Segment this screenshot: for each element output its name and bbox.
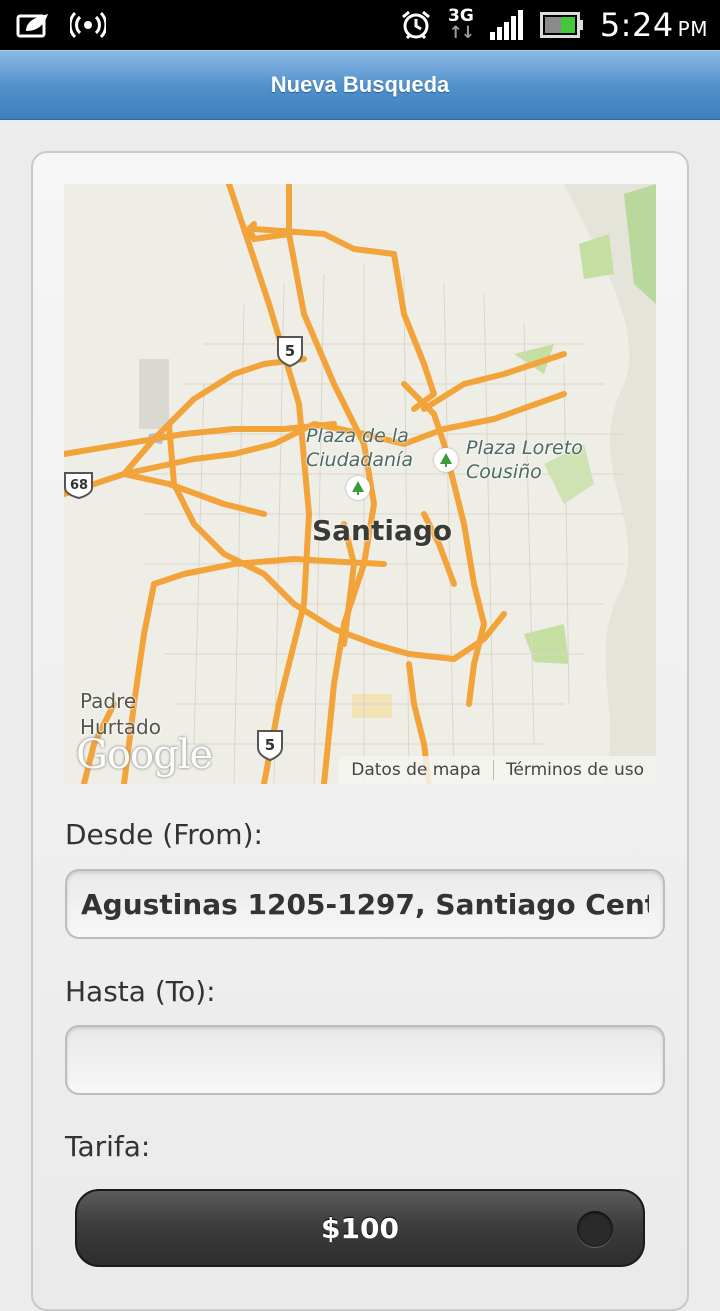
status-bar-left bbox=[16, 0, 106, 50]
status-bar-right: 3G ↑↓ 5:24 PM bbox=[400, 0, 708, 50]
map-label-city: Santiago bbox=[312, 514, 453, 547]
route-shield-icon: 5 bbox=[277, 336, 303, 368]
park-pin-icon[interactable] bbox=[434, 448, 458, 472]
google-logo: Google bbox=[76, 732, 213, 778]
map-label-plaza-ciudadania: Plaza de la Ciudadanía bbox=[306, 425, 413, 471]
fare-label: Tarifa: bbox=[65, 1130, 151, 1163]
landuse-area bbox=[352, 694, 392, 718]
to-label: Hasta (To): bbox=[65, 975, 216, 1008]
clock-ampm: PM bbox=[677, 17, 708, 41]
map-view[interactable]: 5 5 68 Plaza de la Ciudadanía Plaza Lore… bbox=[64, 184, 656, 784]
hotspot-icon bbox=[70, 11, 106, 39]
route-shield-label: 5 bbox=[285, 342, 295, 360]
select-knob-icon bbox=[577, 1211, 613, 1247]
from-label: Desde (From): bbox=[65, 818, 263, 851]
signal-icon bbox=[489, 10, 524, 40]
map-label-plaza-loreto: Plaza Loreto Cousiño bbox=[466, 437, 583, 483]
status-bar: 3G ↑↓ 5:24 PM bbox=[0, 0, 720, 50]
alarm-icon bbox=[400, 9, 432, 41]
data-arrows-icon: ↑↓ bbox=[448, 23, 475, 43]
leaf-notification-icon bbox=[16, 11, 52, 39]
park-area bbox=[524, 624, 569, 664]
fare-select[interactable]: $100 bbox=[75, 1189, 645, 1267]
fare-value: $100 bbox=[321, 1211, 399, 1245]
map-data-link[interactable]: Datos de mapa bbox=[339, 760, 493, 780]
route-shield-icon: 68 bbox=[64, 472, 93, 500]
network-3g-icon: 3G ↑↓ bbox=[448, 8, 475, 43]
route-shield-icon: 5 bbox=[257, 730, 283, 762]
header-bar: Nueva Busqueda bbox=[0, 50, 720, 120]
route-shield-label: 68 bbox=[70, 478, 88, 493]
map-footer: Datos de mapa Términos de uso bbox=[339, 756, 656, 784]
page-title: Nueva Busqueda bbox=[270, 72, 450, 97]
battery-icon bbox=[539, 12, 584, 38]
to-input[interactable] bbox=[65, 1025, 665, 1095]
route-shield-label: 5 bbox=[265, 736, 275, 754]
from-input[interactable] bbox=[65, 869, 665, 939]
park-area bbox=[579, 234, 614, 279]
park-pin-icon[interactable] bbox=[346, 476, 370, 500]
terms-link[interactable]: Términos de uso bbox=[494, 760, 656, 780]
landuse-area bbox=[139, 359, 169, 429]
clock-time: 5:24 bbox=[599, 6, 674, 44]
clock: 5:24 PM bbox=[600, 6, 708, 44]
